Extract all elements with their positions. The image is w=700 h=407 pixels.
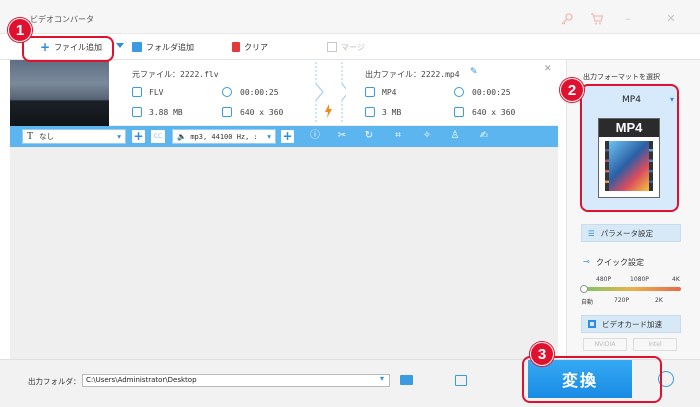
merge-button[interactable]: マージ bbox=[327, 40, 365, 54]
add-file-dropdown-icon[interactable] bbox=[116, 43, 124, 48]
output-size-icon bbox=[365, 107, 375, 117]
quality-480p: 480P bbox=[596, 276, 612, 283]
browse-folder-icon[interactable] bbox=[400, 375, 413, 385]
callout-badge-2: 2 bbox=[560, 78, 584, 102]
merge-icon bbox=[327, 42, 337, 52]
subtitle-edit-icon[interactable]: ✍ bbox=[478, 130, 490, 142]
scissors-icon[interactable]: ✂ bbox=[336, 130, 348, 142]
parameter-settings-button[interactable]: ☰ パラメータ設定 bbox=[581, 224, 681, 242]
intel-toggle[interactable]: Intel bbox=[633, 338, 677, 351]
gpu-accel-button[interactable]: ビデオカード加速 bbox=[581, 315, 681, 333]
crop-icon[interactable]: ⌗ bbox=[392, 130, 404, 142]
output-size: 3 MB bbox=[382, 108, 402, 117]
key-icon[interactable] bbox=[560, 12, 574, 26]
subtitle-select[interactable]: T なし ▾ bbox=[22, 129, 126, 144]
add-audio-button[interactable]: + bbox=[281, 130, 294, 143]
folder-size-icon bbox=[132, 107, 142, 117]
gpu-accel-label: ビデオカード加速 bbox=[602, 319, 662, 329]
slider-dot-icon: ⊸ bbox=[583, 257, 590, 266]
add-subtitle-button[interactable]: + bbox=[132, 130, 145, 143]
output-format-icon bbox=[365, 87, 375, 97]
output-resolution-icon bbox=[454, 107, 464, 117]
format-heading: 出力フォーマットを選択 bbox=[583, 73, 660, 81]
resolution-icon bbox=[222, 107, 232, 117]
app-title: ビデオコンバータ bbox=[30, 15, 94, 24]
output-duration: 00:00:25 bbox=[472, 88, 511, 97]
clear-label: クリア bbox=[244, 42, 268, 52]
output-clock-icon bbox=[454, 87, 464, 97]
callout-outline-add-file bbox=[22, 36, 114, 62]
audio-select[interactable]: 🔈 mp3, 44100 Hz, : ▾ bbox=[172, 129, 276, 144]
quality-1080p: 1080P bbox=[630, 276, 649, 283]
edit-name-icon[interactable]: ✎ bbox=[470, 67, 478, 77]
callout-badge-3: 3 bbox=[530, 342, 554, 366]
output-format: MP4 bbox=[382, 88, 397, 97]
source-duration: 00:00:25 bbox=[240, 88, 279, 97]
info-icon[interactable]: ⓘ bbox=[309, 130, 321, 142]
parameter-settings-label: パラメータ設定 bbox=[600, 228, 654, 238]
sliders-icon: ☰ bbox=[588, 228, 595, 238]
chip-icon bbox=[588, 320, 596, 328]
cc-icon[interactable]: CC bbox=[151, 130, 165, 143]
text-icon: T bbox=[27, 131, 34, 142]
output-resolution: 640 x 360 bbox=[472, 108, 516, 117]
source-file-label: 元ファイル：2222.flv bbox=[132, 70, 219, 79]
quality-720p: 720P bbox=[614, 297, 630, 304]
output-folder-label: 出力フォルダ： bbox=[28, 377, 81, 386]
cart-icon[interactable] bbox=[590, 12, 604, 26]
format-icon bbox=[132, 87, 142, 97]
callout-outline-format bbox=[580, 84, 679, 212]
nvidia-toggle[interactable]: NVIDIA bbox=[583, 338, 627, 351]
speaker-icon: 🔈 bbox=[177, 132, 187, 141]
effects-wand-icon[interactable]: ✧ bbox=[421, 130, 433, 142]
folder-icon bbox=[132, 42, 142, 52]
close-icon[interactable]: ✕ bbox=[664, 12, 678, 26]
open-output-folder-icon[interactable] bbox=[455, 375, 467, 386]
rotate-icon[interactable]: ↻ bbox=[363, 130, 375, 142]
callout-badge-1: 1 bbox=[8, 18, 32, 42]
minimize-icon[interactable]: – bbox=[621, 12, 635, 26]
watermark-icon[interactable]: ♙ bbox=[449, 130, 461, 142]
trash-icon bbox=[232, 42, 240, 52]
quality-4k: 4K bbox=[672, 276, 680, 283]
source-resolution: 640 x 360 bbox=[240, 108, 284, 117]
add-folder-button[interactable]: フォルダ追加 bbox=[132, 40, 194, 54]
quality-2k: 2K bbox=[655, 297, 663, 304]
output-file-label: 出力ファイル：2222.mp4 bbox=[365, 70, 460, 79]
quick-settings-text: クイック設定 bbox=[596, 258, 644, 267]
source-size: 3.88 MB bbox=[149, 108, 183, 117]
subtitle-value: なし bbox=[39, 132, 55, 141]
quality-auto: 自動 bbox=[581, 299, 594, 306]
clear-button[interactable]: クリア bbox=[232, 40, 268, 54]
audio-dropdown-icon: ▾ bbox=[267, 132, 271, 141]
clock-icon bbox=[222, 87, 232, 97]
video-thumbnail[interactable] bbox=[10, 60, 109, 126]
convert-arrow bbox=[312, 60, 350, 126]
output-folder-input[interactable]: C:\Users\Administrator\Desktop bbox=[82, 374, 390, 387]
add-folder-label: フォルダ追加 bbox=[146, 42, 194, 52]
quality-slider-handle[interactable] bbox=[580, 285, 588, 293]
subtitle-dropdown-icon: ▾ bbox=[117, 132, 121, 141]
quality-slider[interactable] bbox=[583, 287, 681, 291]
audio-value: mp3, 44100 Hz, : bbox=[190, 132, 258, 141]
file-list-area bbox=[10, 147, 558, 359]
source-format: FLV bbox=[149, 88, 164, 97]
remove-file-icon[interactable]: ✕ bbox=[544, 64, 552, 74]
quick-settings-header: ⊸ bbox=[583, 257, 594, 266]
output-folder-dropdown-icon[interactable]: ▾ bbox=[380, 374, 384, 383]
merge-label: マージ bbox=[341, 42, 365, 52]
